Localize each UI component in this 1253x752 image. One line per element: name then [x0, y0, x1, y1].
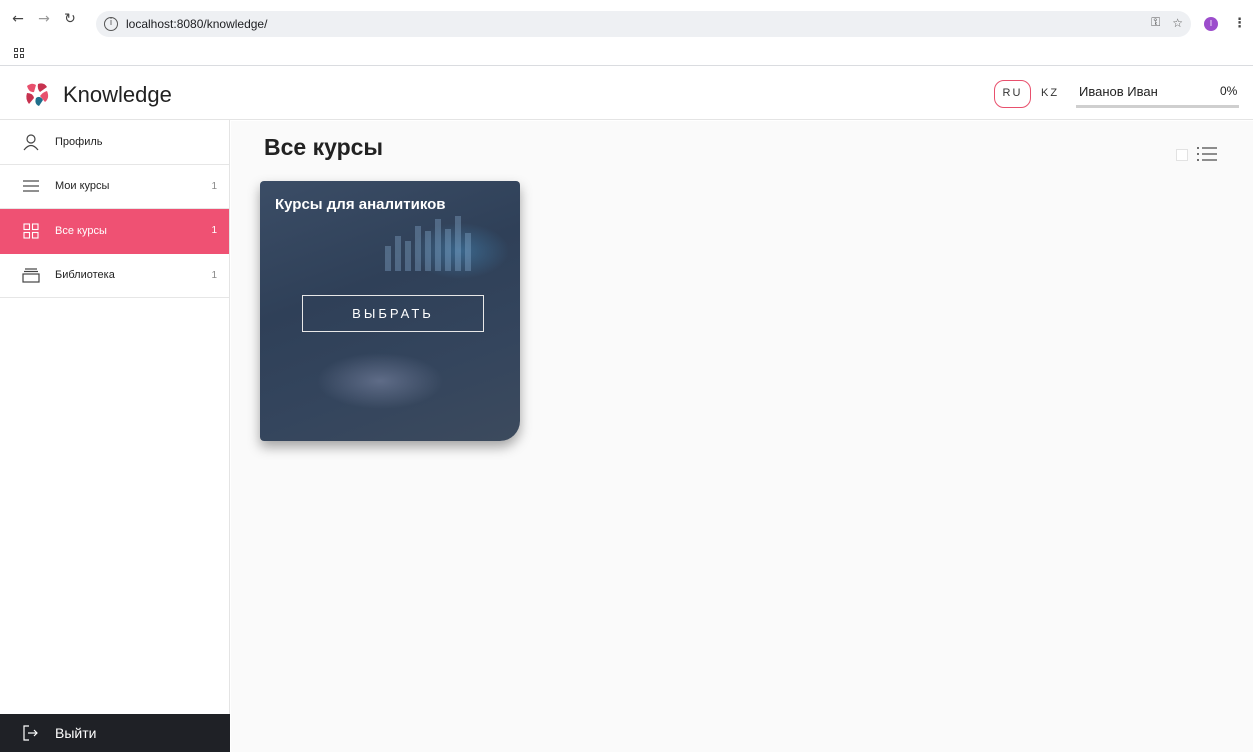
lang-kz-button[interactable]: KZ — [1041, 87, 1059, 99]
site-info-icon[interactable]: i — [104, 17, 118, 31]
back-button[interactable]: ← — [8, 9, 28, 29]
browser-profile-avatar[interactable]: I — [1204, 17, 1218, 31]
card-background-image — [385, 216, 471, 271]
logout-button[interactable]: Выйти — [0, 714, 230, 752]
sidebar: Профиль Мои курсы 1 Все курсы 1 Библиоте… — [0, 120, 230, 752]
logout-label: Выйти — [55, 725, 97, 741]
address-bar[interactable]: i localhost:8080/knowledge/ ⚿ ☆ — [96, 11, 1191, 37]
sidebar-item-count: 1 — [211, 225, 217, 237]
bookmarks-bar — [0, 38, 1253, 66]
list-view-icon[interactable] — [1196, 145, 1218, 163]
sidebar-item-profile[interactable]: Профиль — [0, 120, 229, 165]
star-icon[interactable]: ☆ — [1172, 16, 1183, 30]
sidebar-item-label: Библиотека — [55, 269, 115, 282]
app-header: Knowledge RU KZ Иванов Иван 0% — [0, 67, 1253, 120]
browser-toolbar: ← → ↻ i localhost:8080/knowledge/ ⚿ ☆ I … — [0, 0, 1253, 38]
course-title: Курсы для аналитиков — [275, 196, 446, 213]
sidebar-item-label: Профиль — [55, 135, 103, 148]
sidebar-item-all-courses[interactable]: Все курсы 1 — [0, 209, 229, 254]
sidebar-item-count: 1 — [211, 180, 217, 192]
reload-button[interactable]: ↻ — [60, 9, 80, 29]
user-progress-label: 0% — [1220, 84, 1238, 98]
main-content: Все курсы Курсы для аналитиков ВЫБРАТЬ — [231, 121, 1253, 752]
select-course-button[interactable]: ВЫБРАТЬ — [302, 295, 484, 332]
grid-view-toggle[interactable] — [1176, 149, 1188, 161]
page-title: Все курсы — [264, 134, 384, 160]
sidebar-item-library[interactable]: Библиотека 1 — [0, 254, 229, 298]
sidebar-item-label: Мои курсы — [55, 180, 110, 193]
lang-ru-button[interactable]: RU — [994, 80, 1031, 108]
apps-icon[interactable] — [14, 48, 24, 58]
url-text[interactable]: localhost:8080/knowledge/ — [126, 17, 267, 31]
sidebar-item-count: 1 — [211, 269, 217, 281]
library-icon — [22, 268, 40, 283]
logout-icon — [23, 725, 38, 741]
user-name[interactable]: Иванов Иван — [1079, 84, 1158, 99]
logo-icon[interactable] — [24, 81, 50, 107]
key-icon[interactable]: ⚿ — [1151, 15, 1160, 30]
forward-button[interactable]: → — [34, 9, 54, 29]
user-icon — [23, 134, 39, 151]
user-progress-bar — [1076, 105, 1239, 108]
browser-menu-icon[interactable]: ⋮ — [1233, 16, 1246, 31]
app-name[interactable]: Knowledge — [63, 82, 172, 108]
grid-icon — [23, 223, 39, 239]
course-card[interactable]: Курсы для аналитиков ВЫБРАТЬ — [260, 181, 520, 441]
menu-icon — [23, 180, 39, 192]
sidebar-item-my-courses[interactable]: Мои курсы 1 — [0, 165, 229, 209]
sidebar-item-label: Все курсы — [55, 224, 107, 237]
